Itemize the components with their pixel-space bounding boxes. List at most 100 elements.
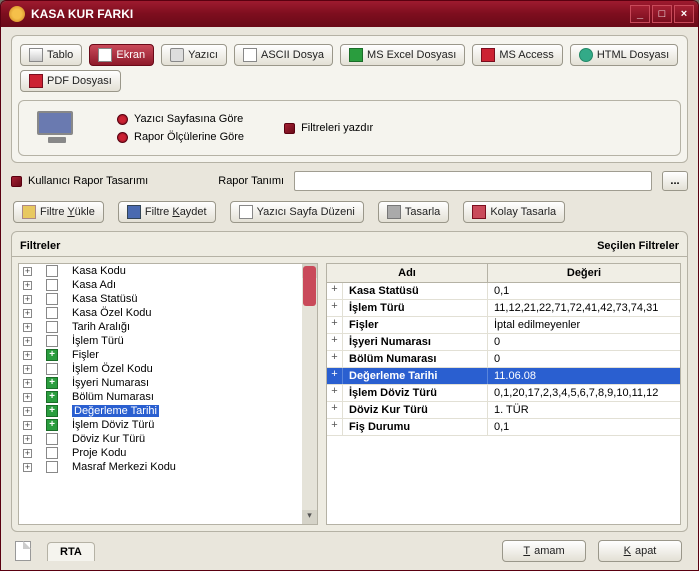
tree-row[interactable]: +Kasa Adı (19, 278, 317, 292)
expand-icon[interactable]: + (23, 351, 32, 360)
filter-name: Döviz Kur Türü (343, 402, 488, 418)
table-row[interactable]: +Fişlerİptal edilmeyenler (327, 317, 680, 334)
tree-label: Kasa Statüsü (72, 293, 137, 305)
expand-icon[interactable]: + (327, 334, 343, 350)
expand-icon[interactable]: + (23, 379, 32, 388)
expand-icon[interactable]: + (23, 267, 32, 276)
tree-row[interactable]: + Kasa Statüsü (19, 292, 317, 306)
ascii-button[interactable]: ASCII Dosya (234, 44, 333, 66)
table-row[interactable]: +Fiş Durumu0,1 (327, 419, 680, 436)
close-button[interactable]: × (674, 5, 694, 23)
table-row[interactable]: +İşlem Türü11,12,21,22,71,72,41,42,73,74… (327, 300, 680, 317)
checkbox[interactable] (46, 405, 58, 417)
checkbox[interactable] (46, 335, 58, 347)
expand-icon[interactable]: + (23, 365, 32, 374)
selected-filters-table[interactable]: Adı Değeri +Kasa Statüsü0,1+İşlem Türü11… (326, 263, 681, 525)
footer: RTA Tamam Kapat (11, 532, 688, 564)
table-row[interactable]: +İşyeri Numarası0 (327, 334, 680, 351)
tree-row[interactable]: +Değerleme Tarihi (19, 404, 317, 418)
check-filtreleri-yazdir[interactable]: Filtreleri yazdır (284, 122, 373, 134)
checkbox[interactable] (46, 307, 58, 319)
scrollbar-thumb[interactable] (303, 266, 316, 306)
excel-button[interactable]: MS Excel Dosyası (340, 44, 465, 66)
filtre-yukle-button[interactable]: Filtre Yükle (13, 201, 104, 223)
expand-icon[interactable]: + (327, 385, 343, 401)
tree-row[interactable]: +Kasa Kodu (19, 264, 317, 278)
checkbox[interactable] (46, 377, 58, 389)
table-row[interactable]: +Değerleme Tarihi11.06.08 (327, 368, 680, 385)
filter-name: İşlem Döviz Türü (343, 385, 488, 401)
expand-icon[interactable]: + (23, 323, 32, 332)
tree-row[interactable]: +İşyeri Numarası (19, 376, 317, 390)
tree-row[interactable]: +Fişler (19, 348, 317, 362)
tree-row[interactable]: +Proje Kodu (19, 446, 317, 460)
tree-row[interactable]: +Bölüm Numarası (19, 390, 317, 404)
radio-rapor-olcu[interactable]: Rapor Ölçülerine Göre (117, 131, 244, 143)
expand-icon[interactable]: + (23, 449, 32, 458)
checkbox[interactable] (46, 447, 58, 459)
maximize-button[interactable]: □ (652, 5, 672, 23)
kolay-tasarla-button[interactable]: Kolay Tasarla (463, 201, 565, 223)
checkbox[interactable] (46, 279, 58, 291)
tasarla-button[interactable]: Tasarla (378, 201, 449, 223)
expand-icon[interactable]: + (327, 317, 343, 333)
title-bar[interactable]: KASA KUR FARKI _ □ × (1, 1, 698, 27)
tree-scrollbar[interactable]: ▴ ▾ (302, 264, 317, 524)
filter-tree[interactable]: +Kasa Kodu+Kasa Adı+Kasa Statüsü+Kasa Öz… (18, 263, 318, 525)
checkbox[interactable] (46, 461, 58, 473)
sayfa-duzeni-button[interactable]: Yazıcı Sayfa Düzeni (230, 201, 364, 223)
expand-icon[interactable]: + (327, 368, 343, 384)
expand-icon[interactable]: + (23, 309, 32, 318)
expand-icon[interactable]: + (327, 283, 343, 299)
yazici-button[interactable]: Yazıcı (161, 44, 227, 66)
tablo-button[interactable]: Tablo (20, 44, 82, 66)
filter-value: 0 (488, 351, 680, 367)
table-row[interactable]: +Döviz Kur Türü1. TÜR (327, 402, 680, 419)
table-row[interactable]: +Kasa Statüsü0,1 (327, 283, 680, 300)
tree-row[interactable]: +İşlem Özel Kodu (19, 362, 317, 376)
checkbox[interactable] (46, 321, 58, 333)
tree-row[interactable]: +Tarih Aralığı (19, 320, 317, 334)
checkbox[interactable] (46, 265, 58, 277)
tree-row[interactable]: +İşlem Döviz Türü (19, 418, 317, 432)
tree-label: Kasa Özel Kodu (72, 307, 152, 319)
expand-icon[interactable]: + (23, 435, 32, 444)
expand-icon[interactable]: + (23, 407, 32, 416)
rapor-tanimi-input[interactable] (294, 171, 652, 191)
expand-icon[interactable]: + (23, 393, 32, 402)
rapor-tanimi-browse[interactable]: ... (662, 171, 688, 191)
tree-row[interactable]: +İşlem Türü (19, 334, 317, 348)
kapat-button[interactable]: Kapat (598, 540, 682, 562)
tree-row[interactable]: + Kasa Özel Kodu (19, 306, 317, 320)
checkbox[interactable] (46, 419, 58, 431)
radio-yazici-sayfa[interactable]: Yazıcı Sayfasına Göre (117, 113, 244, 125)
checkbox[interactable] (46, 349, 58, 361)
expand-icon[interactable]: + (23, 295, 32, 304)
tree-row[interactable]: +Döviz Kur Türü (19, 432, 317, 446)
minimize-button[interactable]: _ (630, 5, 650, 23)
checkbox[interactable] (46, 391, 58, 403)
checkbox[interactable] (46, 293, 58, 305)
filtre-kaydet-button[interactable]: Filtre Kaydet (118, 201, 216, 223)
table-row[interactable]: +İşlem Döviz Türü0,1,20,17,2,3,4,5,6,7,8… (327, 385, 680, 402)
expand-icon[interactable]: + (327, 419, 343, 435)
expand-icon[interactable]: + (23, 463, 32, 472)
checkbox[interactable] (46, 363, 58, 375)
expand-icon[interactable]: + (327, 351, 343, 367)
ekran-button[interactable]: Ekran (89, 44, 154, 66)
expand-icon[interactable]: + (23, 421, 32, 430)
tree-row[interactable]: + Masraf Merkezi Kodu (19, 460, 317, 474)
checkbox[interactable] (46, 433, 58, 445)
pdf-button[interactable]: PDF Dosyası (20, 70, 121, 92)
tree-label: Masraf Merkezi Kodu (72, 461, 176, 473)
expand-icon[interactable]: + (23, 281, 32, 290)
access-button[interactable]: MS Access (472, 44, 562, 66)
html-button[interactable]: HTML Dosyası (570, 44, 678, 66)
tamam-button[interactable]: Tamam (502, 540, 586, 562)
expand-icon[interactable]: + (327, 300, 343, 316)
rta-tab[interactable]: RTA (47, 542, 95, 561)
table-row[interactable]: +Bölüm Numarası0 (327, 351, 680, 368)
check-kullanici-rapor[interactable]: Kullanıcı Rapor Tasarımı (11, 175, 148, 187)
expand-icon[interactable]: + (23, 337, 32, 346)
expand-icon[interactable]: + (327, 402, 343, 418)
